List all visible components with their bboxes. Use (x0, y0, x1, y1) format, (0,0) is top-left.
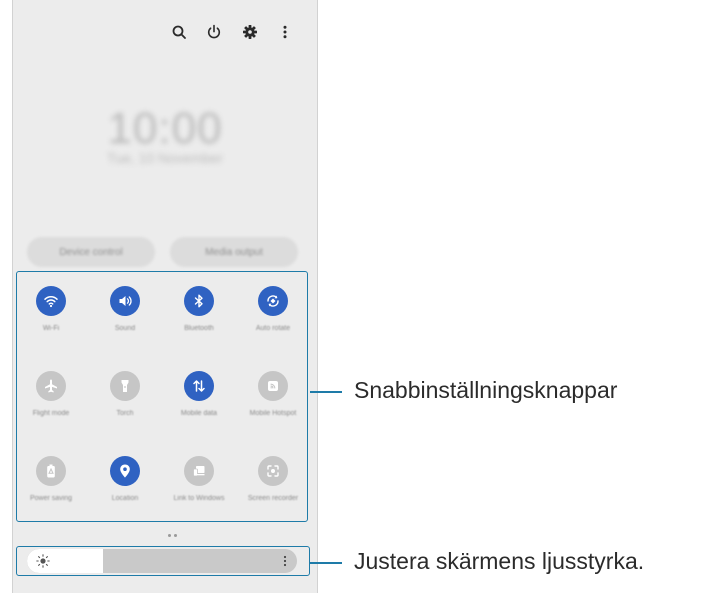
clock-time: 10:00 (107, 104, 223, 153)
media-output-button[interactable]: Media output (170, 237, 298, 267)
brightness-highlight (16, 546, 310, 576)
settings-icon[interactable] (238, 20, 262, 44)
quick-settings-highlight (16, 271, 308, 522)
callout-line-quick-settings (310, 391, 342, 393)
callout-line-brightness (310, 562, 342, 564)
power-icon[interactable] (202, 20, 226, 44)
callout-brightness: Justera skärmens ljusstyrka. (354, 548, 645, 574)
search-icon[interactable] (167, 20, 191, 44)
top-bar (167, 20, 307, 44)
page-indicator (168, 534, 182, 538)
clock-date: Tue, 10 November (107, 150, 223, 166)
more-icon[interactable] (273, 20, 297, 44)
device-control-button[interactable]: Device control (27, 237, 155, 267)
callout-quick-settings: Snabbinställningsknappar (354, 377, 618, 403)
